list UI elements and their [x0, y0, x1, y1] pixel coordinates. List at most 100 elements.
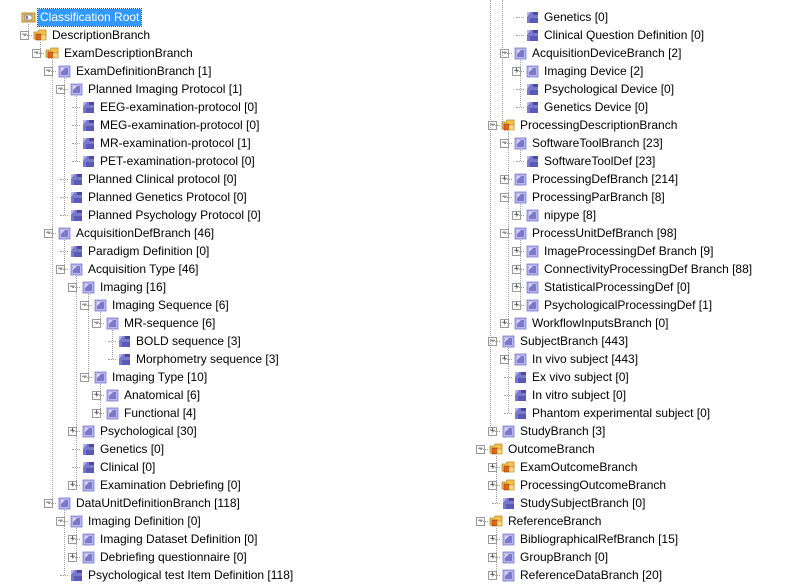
tree-connector	[516, 215, 524, 216]
leaf-class-icon	[81, 136, 96, 150]
tree-node-label: ReferenceBranch	[508, 514, 602, 528]
class-icon	[105, 316, 120, 330]
tree-node-label: ExamDefinitionBranch [1]	[76, 64, 212, 78]
tree-node-label: Classification Root	[36, 8, 143, 27]
tree-node-label: StatisticalProcessingDef [0]	[544, 280, 691, 294]
tree-connector	[100, 312, 101, 323]
tree-node-label: Psychological test Item Definition [118]	[88, 568, 294, 582]
leaf-class-icon	[69, 568, 84, 582]
tree-node-label: PET-examination-protocol [0]	[100, 154, 255, 168]
tree-connector	[64, 78, 65, 215]
tree-connector	[492, 485, 500, 486]
class-icon	[525, 262, 540, 276]
tree-node-label: MR-examination-protocol [1]	[100, 136, 251, 150]
tree-node-label: Planned Psychology Protocol [0]	[88, 208, 261, 222]
leaf-class-icon	[81, 154, 96, 168]
class-icon	[81, 280, 96, 294]
class-icon	[525, 280, 540, 294]
tree-connector	[520, 60, 521, 107]
branch-folder-icon	[501, 118, 516, 132]
tree-connector	[60, 197, 68, 198]
tree-node-label: Morphometry sequence [3]	[136, 352, 279, 366]
tree-connector	[60, 251, 68, 252]
tree-node-label: ImageProcessingDef Branch [9]	[544, 244, 714, 258]
tree-connector	[48, 233, 56, 234]
class-icon	[513, 190, 528, 204]
tree-node-label: SoftwareToolDef [23]	[544, 154, 656, 168]
tree-connector	[60, 179, 68, 180]
tree-node-label: StudySubjectBranch [0]	[520, 496, 646, 510]
tree-connector	[516, 17, 524, 18]
tree-node-label: Functional [4]	[124, 406, 197, 420]
tree-connector	[28, 24, 29, 35]
class-icon	[81, 532, 96, 546]
tree-node-label: ProcessUnitDefBranch [98]	[532, 226, 677, 240]
tree-connector	[60, 521, 68, 522]
tree-connector	[492, 431, 500, 432]
class-icon	[81, 550, 96, 564]
tree-connector	[76, 528, 77, 557]
class-icon	[525, 208, 540, 222]
class-icon	[525, 244, 540, 258]
leaf-class-icon	[117, 334, 132, 348]
tree-connector	[76, 276, 77, 485]
tree-node-label: ConnectivityProcessingDef Branch [88]	[544, 262, 753, 276]
tree-node-label: Imaging Sequence [6]	[112, 298, 229, 312]
tree-connector	[516, 35, 524, 36]
leaf-class-icon	[69, 244, 84, 258]
class-icon	[81, 424, 96, 438]
tree-connector	[504, 377, 512, 378]
class-icon	[105, 406, 120, 420]
tree-node-label: In vivo subject [443]	[532, 352, 639, 366]
class-icon	[501, 532, 516, 546]
tree-connector	[492, 467, 500, 468]
tree-connector	[96, 323, 104, 324]
branch-folder-icon	[501, 478, 516, 492]
leaf-class-icon	[525, 10, 540, 24]
leaf-class-icon	[81, 460, 96, 474]
tree-connector	[112, 330, 113, 359]
class-icon	[501, 568, 516, 582]
class-icon	[513, 136, 528, 150]
tree-connector	[520, 150, 521, 161]
tree-connector	[100, 384, 101, 413]
tree-node-label: Psychological Device [0]	[544, 82, 675, 96]
class-icon	[501, 424, 516, 438]
tree-node-label: Clinical Question Definition [0]	[544, 28, 705, 42]
tree-connector	[72, 467, 80, 468]
tree-connector	[520, 240, 521, 305]
tree-node-label: Acquisition Type [46]	[88, 262, 199, 276]
tree-connector	[492, 557, 500, 558]
tree-connector	[24, 35, 32, 36]
class-icon	[513, 46, 528, 60]
tree-node-label: Examination Debriefing [0]	[100, 478, 241, 492]
tree-node-label: Phantom experimental subject [0]	[532, 406, 711, 420]
tree-connector	[96, 395, 104, 396]
leaf-class-icon	[69, 190, 84, 204]
class-icon	[513, 316, 528, 330]
tree-connector	[516, 305, 524, 306]
leaf-class-icon	[81, 442, 96, 456]
tree-connector	[516, 269, 524, 270]
tree-connector	[72, 287, 80, 288]
tree-node-label: DescriptionBranch	[52, 28, 151, 42]
tree-connector	[84, 305, 92, 306]
tree-connector	[516, 161, 524, 162]
tree-connector	[84, 377, 92, 378]
tree-connector	[108, 341, 116, 342]
leaf-class-icon	[81, 118, 96, 132]
tree-node-label: Ex vivo subject [0]	[532, 370, 629, 384]
tree-connector	[516, 287, 524, 288]
tree-node-label: Imaging Type [10]	[112, 370, 208, 384]
tree-node-label: Imaging Definition [0]	[88, 514, 201, 528]
tree-node-label: Genetics [0]	[100, 442, 165, 456]
class-icon	[57, 226, 72, 240]
tree-node-label: ProcessingDefBranch [214]	[532, 172, 679, 186]
tree-connector	[492, 341, 500, 342]
tree-connector	[516, 107, 524, 108]
leaf-class-icon	[525, 154, 540, 168]
tree-node-label: Planned Genetics Protocol [0]	[88, 190, 247, 204]
tree-node-label: Clinical [0]	[100, 460, 156, 474]
tree-connector	[72, 557, 80, 558]
tree-connector	[508, 348, 509, 413]
